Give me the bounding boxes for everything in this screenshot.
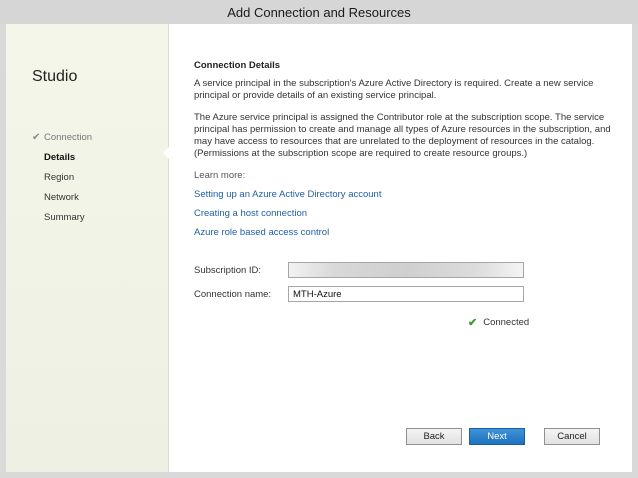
subscription-id-input[interactable] bbox=[288, 262, 524, 278]
connection-name-label: Connection name: bbox=[194, 288, 272, 300]
connection-name-row: Connection name: bbox=[194, 284, 534, 304]
step-network: Network bbox=[30, 188, 160, 208]
active-step-pointer bbox=[163, 146, 170, 160]
intro-paragraph: A service principal in the subscription'… bbox=[194, 78, 594, 101]
connection-status: ✔ Connected bbox=[468, 316, 529, 329]
link-azure-rbac[interactable]: Azure role based access control bbox=[194, 227, 614, 238]
link-host-connection[interactable]: Creating a host connection bbox=[194, 208, 614, 219]
status-text: Connected bbox=[483, 317, 530, 328]
next-button[interactable]: Next bbox=[469, 428, 525, 445]
step-label: Summary bbox=[44, 212, 85, 223]
step-label: Connection bbox=[44, 132, 93, 143]
wizard-sidebar: Studio ✔ Connection Details Region Netwo… bbox=[6, 24, 169, 472]
step-details[interactable]: Details bbox=[30, 148, 160, 168]
step-connection[interactable]: ✔ Connection bbox=[30, 128, 160, 148]
connection-name-input[interactable] bbox=[288, 286, 524, 302]
wizard-frame: Studio ✔ Connection Details Region Netwo… bbox=[6, 24, 632, 472]
back-button[interactable]: Back bbox=[406, 428, 462, 445]
section-title: Connection Details bbox=[194, 60, 281, 71]
subscription-id-label: Subscription ID: bbox=[194, 264, 262, 276]
step-label: Region bbox=[44, 172, 75, 183]
link-azure-ad-setup[interactable]: Setting up an Azure Active Directory acc… bbox=[194, 189, 614, 200]
cancel-button[interactable]: Cancel bbox=[544, 428, 600, 445]
checkmark-icon: ✔ bbox=[468, 317, 478, 329]
details-content: Connection Details A service principal i… bbox=[194, 60, 614, 246]
window-titlebar: Add Connection and Resources bbox=[0, 0, 638, 24]
step-summary: Summary bbox=[30, 208, 160, 228]
wizard-steps: ✔ Connection Details Region Network Summ… bbox=[30, 128, 160, 228]
learn-more-label: Learn more: bbox=[194, 170, 246, 181]
step-label: Details bbox=[44, 152, 76, 163]
checkmark-icon: ✔ bbox=[32, 132, 41, 143]
window-title: Add Connection and Resources bbox=[227, 4, 411, 20]
sidebar-title: Studio bbox=[32, 68, 78, 85]
step-label: Network bbox=[44, 192, 79, 203]
permissions-paragraph: The Azure service principal is assigned … bbox=[194, 112, 611, 159]
step-region: Region bbox=[30, 168, 160, 188]
subscription-id-row: Subscription ID: bbox=[194, 260, 534, 280]
